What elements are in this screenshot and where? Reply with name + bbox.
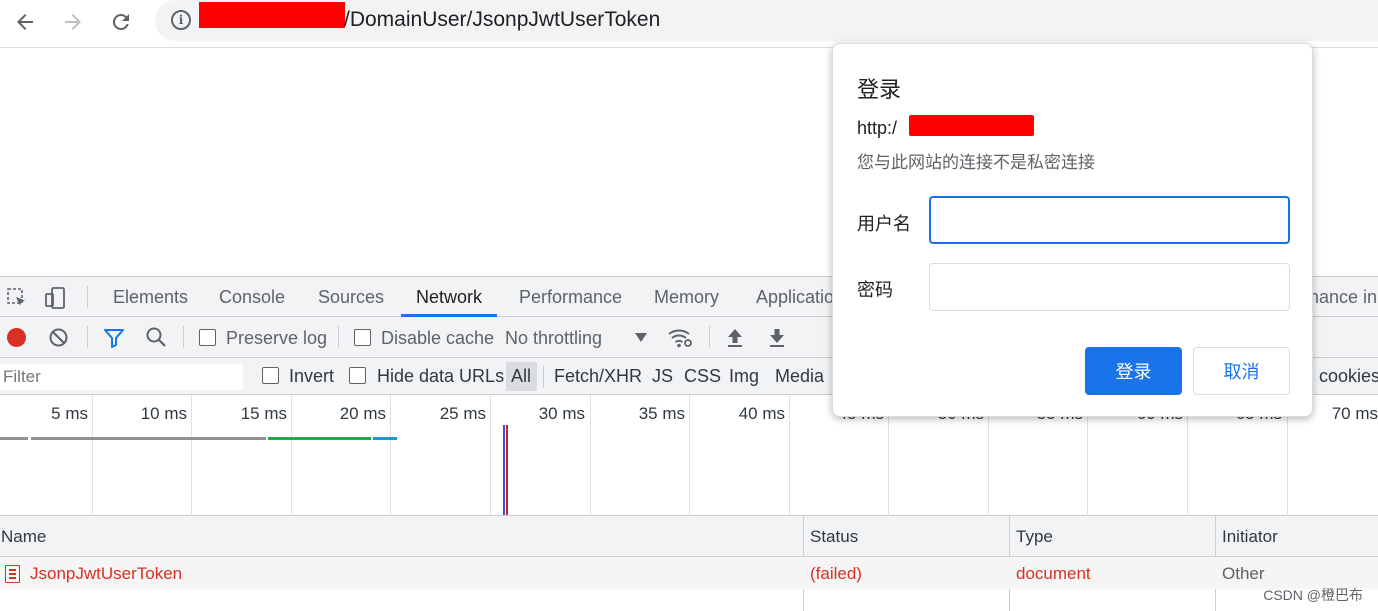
timeline-gridline: [191, 395, 192, 516]
tab-sources[interactable]: Sources: [318, 277, 384, 317]
timeline-gridline: [390, 395, 391, 516]
watermark: CSDN @橙巴布: [1263, 587, 1363, 603]
password-label: 密码: [857, 280, 893, 300]
request-name[interactable]: JsonpJwtUserToken: [30, 564, 182, 584]
inspect-element-icon[interactable]: [6, 287, 28, 314]
timeline-bar-waiting: [268, 437, 371, 440]
toolbar-divider: [183, 326, 184, 348]
load-event-marker: [506, 425, 508, 515]
username-label: 用户名: [857, 214, 911, 234]
throttling-select[interactable]: No throttling: [505, 328, 602, 349]
dialog-host: http:/: [857, 118, 898, 138]
tab-console[interactable]: Console: [219, 277, 285, 317]
type-filter-img[interactable]: Img: [729, 366, 759, 387]
device-toolbar-icon[interactable]: [44, 286, 68, 315]
type-filter-fetch-xhr[interactable]: Fetch/XHR: [554, 366, 642, 387]
table-row[interactable]: [0, 557, 1378, 589]
filter-input[interactable]: [0, 364, 243, 390]
invert-label: Invert: [289, 366, 335, 386]
tab-performance[interactable]: Performance: [519, 277, 622, 317]
timeline-tick-label: 10 ms: [140, 404, 187, 423]
search-icon[interactable]: [145, 326, 167, 353]
filter-funnel-icon[interactable]: [103, 327, 125, 354]
document-icon: [5, 565, 20, 583]
back-arrow-icon[interactable]: [7, 4, 43, 40]
type-filter-media[interactable]: Media: [775, 366, 824, 387]
timeline-gridline: [590, 395, 591, 516]
timeline-tick-label: 40 ms: [738, 404, 785, 423]
login-button[interactable]: 登录: [1085, 347, 1182, 395]
address-bar[interactable]: i /DomainUser/JsonpJwtUserToken: [155, 0, 1378, 41]
type-filter-js[interactable]: JS: [652, 366, 673, 387]
hide-data-urls-checkbox[interactable]: [349, 367, 366, 384]
column-header-initiator[interactable]: Initiator: [1222, 527, 1278, 547]
timeline-gridline: [490, 395, 491, 516]
dialog-title: 登录: [857, 77, 902, 102]
toolbar-divider: [709, 326, 710, 348]
dom-content-loaded-marker: [503, 425, 505, 515]
hide-data-urls-label: Hide data URLs: [377, 366, 505, 386]
timeline-tick-label: 35 ms: [638, 404, 685, 423]
invert-checkbox[interactable]: [262, 367, 279, 384]
blocked-cookies-label: d cookies: [1304, 366, 1378, 386]
request-status: (failed): [810, 564, 862, 583]
disable-cache-checkbox[interactable]: [354, 329, 371, 346]
column-header-type[interactable]: Type: [1016, 527, 1053, 547]
timeline-tick-label: 15 ms: [240, 404, 287, 423]
type-filter-all[interactable]: All: [511, 366, 531, 387]
timeline-bar-queueing: [0, 437, 28, 440]
timeline-bar-stalled: [31, 437, 266, 440]
timeline-gridline: [789, 395, 790, 516]
record-icon[interactable]: [7, 328, 26, 347]
timeline-gridline: [291, 395, 292, 516]
toolbar-divider: [87, 326, 88, 348]
import-har-icon[interactable]: [725, 326, 745, 353]
timeline-tick-label: 25 ms: [439, 404, 486, 423]
password-field[interactable]: [929, 263, 1290, 311]
toolbar-divider: [543, 366, 544, 388]
network-conditions-icon[interactable]: [667, 326, 695, 355]
connection-warning: 您与此网站的连接不是私密连接: [857, 153, 1095, 172]
tab-network[interactable]: Network: [401, 277, 498, 317]
tab-memory[interactable]: Memory: [654, 277, 719, 317]
request-type: document: [1016, 564, 1091, 583]
column-header-name[interactable]: Name: [1, 527, 46, 547]
chevron-down-icon[interactable]: [635, 333, 647, 342]
preserve-log-checkbox[interactable]: [199, 329, 216, 346]
column-header-status[interactable]: Status: [810, 527, 858, 547]
redacted-host-mark: [199, 2, 345, 28]
tab-application[interactable]: Applicatio: [756, 277, 834, 317]
auth-dialog: 登录 http:/ 您与此网站的连接不是私密连接 用户名 密码 登录 取消: [832, 43, 1313, 417]
url-path: /DomainUser/JsonpJwtUserToken: [344, 8, 661, 31]
cancel-button[interactable]: 取消: [1193, 347, 1290, 395]
request-table-header: [0, 516, 1378, 557]
disable-cache-label: Disable cache: [381, 328, 495, 348]
clear-icon[interactable]: [48, 327, 69, 353]
timeline-gridline: [689, 395, 690, 516]
type-filter-css[interactable]: CSS: [684, 366, 721, 387]
info-icon[interactable]: i: [171, 10, 191, 30]
forward-arrow-icon[interactable]: [55, 4, 91, 40]
timeline-bar-download: [373, 437, 397, 440]
timeline-tick-label: 5 ms: [51, 404, 88, 423]
request-initiator: Other: [1222, 564, 1265, 583]
timeline-tick-label: 20 ms: [339, 404, 386, 423]
username-field[interactable]: [929, 196, 1290, 244]
timeline-gridline: [92, 395, 93, 516]
preserve-log-label: Preserve log: [226, 328, 328, 348]
tab-elements[interactable]: Elements: [113, 277, 188, 317]
redacted-host-mark: [909, 115, 1034, 136]
browser-toolbar: i /DomainUser/JsonpJwtUserToken: [0, 0, 1378, 48]
tab-performance-insights[interactable]: mance in: [1304, 277, 1377, 317]
timeline-tick-label: 30 ms: [538, 404, 585, 423]
export-har-icon[interactable]: [767, 326, 787, 353]
toolbar-divider: [338, 326, 339, 348]
reload-icon[interactable]: [103, 4, 139, 40]
toolbar-divider: [87, 286, 88, 308]
